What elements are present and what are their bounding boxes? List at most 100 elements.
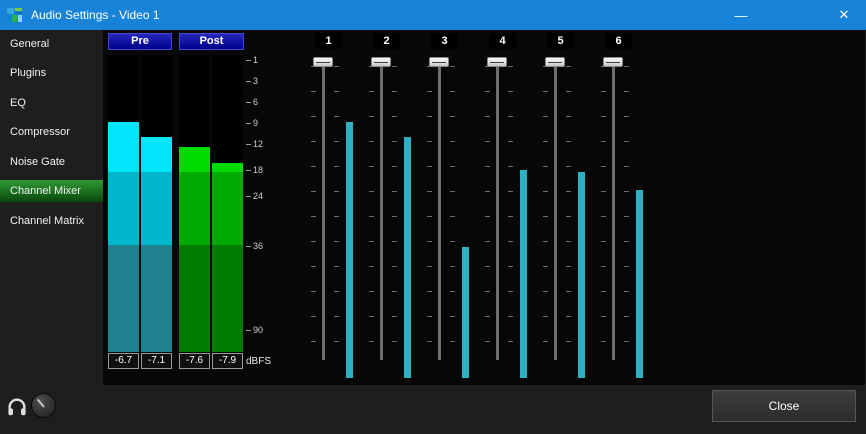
scale-row: 12 (246, 139, 263, 149)
window-title: Audio Settings - Video 1 (31, 8, 719, 22)
channel-6-fader-track[interactable] (612, 62, 615, 360)
channel-strip-2: 2 (366, 30, 424, 385)
sidebar-item-compressor[interactable]: Compressor (0, 121, 103, 143)
channel-5-fader-track[interactable] (554, 62, 557, 360)
channel-5-number: 5 (547, 33, 574, 49)
pre-meter-bar-left (108, 55, 139, 352)
channel-1-level-meter (346, 122, 353, 378)
scale-row: 36 (246, 241, 263, 251)
sidebar-item-noise-gate[interactable]: Noise Gate (0, 151, 103, 173)
post-meter-left-empty (179, 55, 210, 147)
channel-6-fader-handle[interactable] (603, 57, 623, 67)
scale-tick (246, 123, 251, 124)
post-bus-button[interactable]: Post (179, 33, 244, 50)
sidebar-item-general[interactable]: General (0, 33, 103, 55)
scale-tick (246, 81, 251, 82)
scale-label: 12 (253, 139, 263, 149)
channel-2-number: 2 (373, 33, 400, 49)
channel-4-number: 4 (489, 33, 516, 49)
scale-tick (246, 246, 251, 247)
fader-ticks-left (485, 66, 490, 363)
sidebar-item-plugins[interactable]: Plugins (0, 62, 103, 84)
channel-2-fader-handle[interactable] (371, 57, 391, 67)
channel-4-fader-handle[interactable] (487, 57, 507, 67)
channel-6-number: 6 (605, 33, 632, 49)
scale-tick (246, 60, 251, 61)
scale-label: 90 (253, 325, 263, 335)
scale-tick (246, 196, 251, 197)
channel-5-fader-handle[interactable] (545, 57, 565, 67)
titlebar-spacer (763, 0, 822, 30)
scale-label: 6 (253, 97, 258, 107)
fader-ticks-left (543, 66, 548, 363)
pre-peak-readout-right: -7.1 (141, 353, 172, 369)
fader-ticks-right (508, 66, 513, 363)
scale-tick (246, 170, 251, 171)
channel-strip-3: 3 (424, 30, 482, 385)
fader-ticks-right (392, 66, 397, 363)
post-meter-bar-left (179, 55, 210, 352)
channel-2-fader-track[interactable] (380, 62, 383, 360)
fader-ticks-left (369, 66, 374, 363)
channel-5-level-meter (578, 172, 585, 378)
pre-meter-right-empty (141, 55, 172, 137)
close-button[interactable]: Close (712, 390, 856, 422)
channel-4-fader-track[interactable] (496, 62, 499, 360)
scale-row: 90 (246, 325, 263, 335)
pre-peak-readout-left: -6.7 (108, 353, 139, 369)
scale-label: 3 (253, 76, 258, 86)
fader-ticks-right (566, 66, 571, 363)
audio-settings-window: Audio Settings - Video 1 — ✕ General Plu… (0, 0, 866, 434)
fader-ticks-left (427, 66, 432, 363)
headphones-icon (6, 396, 28, 418)
scale-tick (246, 144, 251, 145)
minimize-icon: — (735, 8, 748, 23)
knob-pointer-icon (37, 399, 45, 408)
post-meter-bar-right (212, 55, 243, 352)
scale-label: 36 (253, 241, 263, 251)
app-icon (7, 7, 23, 23)
post-peak-readout-left: -7.6 (179, 353, 210, 369)
channel-6-level-meter (636, 190, 643, 378)
pre-meter-left-empty (108, 55, 139, 122)
minimize-button[interactable]: — (719, 0, 763, 30)
channel-1-fader-track[interactable] (322, 62, 325, 360)
channel-3-number: 3 (431, 33, 458, 49)
post-meter-right-empty (212, 55, 243, 163)
fader-ticks-right (624, 66, 629, 363)
scale-row: 3 (246, 76, 258, 86)
channel-1-number: 1 (315, 33, 342, 49)
channel-strip-1: 1 (308, 30, 366, 385)
pre-bus-button[interactable]: Pre (108, 33, 172, 50)
scale-tick (246, 330, 251, 331)
scale-row: 1 (246, 55, 258, 65)
sidebar-item-channel-mixer[interactable]: Channel Mixer (0, 180, 103, 202)
channel-1-fader-handle[interactable] (313, 57, 333, 67)
scale-row: 18 (246, 165, 263, 175)
scale-label: 9 (253, 118, 258, 128)
close-window-button[interactable]: ✕ (822, 0, 866, 30)
fader-ticks-left (311, 66, 316, 363)
scale-label: 1 (253, 55, 258, 65)
channel-3-fader-track[interactable] (438, 62, 441, 360)
scale-row: 9 (246, 118, 258, 128)
fader-ticks-left (601, 66, 606, 363)
scale-tick (246, 102, 251, 103)
channel-4-level-meter (520, 170, 527, 378)
scale-row: 24 (246, 191, 263, 201)
channel-3-level-meter (462, 247, 469, 378)
pre-meter-bar-right (141, 55, 172, 352)
headphone-volume-knob[interactable] (31, 393, 56, 418)
channel-strip-5: 5 (540, 30, 598, 385)
headphones-monitor-button[interactable] (6, 396, 28, 418)
channel-3-fader-handle[interactable] (429, 57, 449, 67)
dbfs-unit-label: dBFS (246, 356, 271, 367)
fader-ticks-right (334, 66, 339, 363)
channel-2-level-meter (404, 137, 411, 378)
sidebar-item-channel-matrix[interactable]: Channel Matrix (0, 210, 103, 232)
scale-label: 24 (253, 191, 263, 201)
scale-label: 18 (253, 165, 263, 175)
sidebar-item-eq[interactable]: EQ (0, 92, 103, 114)
post-peak-readout-right: -7.9 (212, 353, 243, 369)
scale-row: 6 (246, 97, 258, 107)
